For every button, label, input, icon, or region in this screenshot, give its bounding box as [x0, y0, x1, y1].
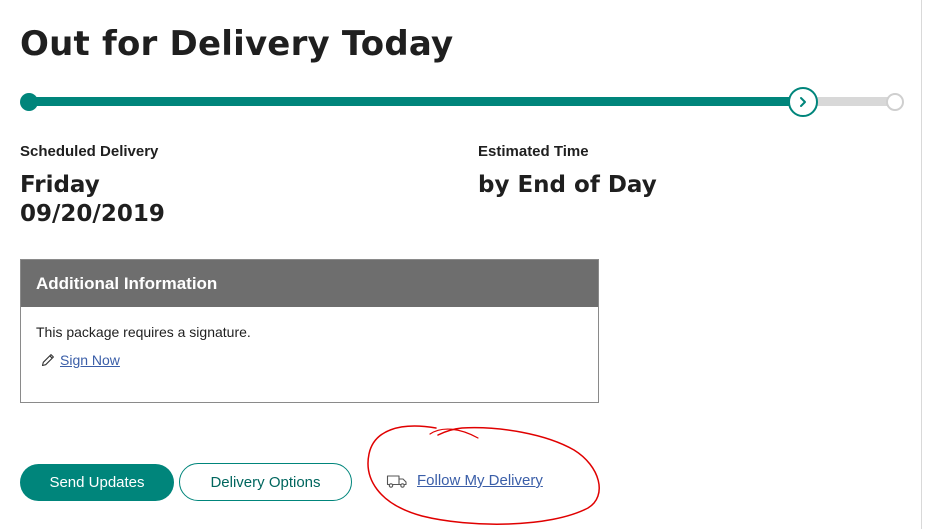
delivery-options-button[interactable]: Delivery Options [179, 463, 352, 501]
send-updates-button[interactable]: Send Updates [20, 464, 174, 501]
sign-now-label[interactable]: Sign Now [60, 352, 120, 368]
estimated-time-label: Estimated Time [478, 143, 589, 160]
estimated-time-value: by End of Day [478, 172, 657, 198]
follow-my-delivery-link[interactable]: Follow My Delivery [386, 472, 543, 489]
additional-information-box: Additional Information This package requ… [20, 259, 599, 403]
progress-step-end [886, 93, 904, 111]
follow-my-delivery-label[interactable]: Follow My Delivery [417, 472, 543, 489]
scheduled-delivery-date: 09/20/2019 [20, 201, 165, 227]
additional-information-heading: Additional Information [21, 260, 598, 307]
scheduled-delivery-day: Friday [20, 172, 100, 198]
page-title: Out for Delivery Today [20, 24, 454, 64]
progress-step-start [20, 93, 38, 111]
sign-now-link[interactable]: Sign Now [40, 352, 120, 368]
pencil-icon [41, 354, 54, 367]
scheduled-delivery-label: Scheduled Delivery [20, 143, 159, 160]
chevron-right-icon [800, 97, 806, 107]
delivery-progress-bar [20, 85, 910, 119]
tracking-panel: Out for Delivery Today Scheduled Deliver… [0, 0, 922, 529]
progress-step-current [788, 87, 818, 117]
signature-required-message: This package requires a signature. [36, 324, 251, 340]
truck-icon [386, 474, 407, 488]
progress-fill [29, 97, 808, 106]
